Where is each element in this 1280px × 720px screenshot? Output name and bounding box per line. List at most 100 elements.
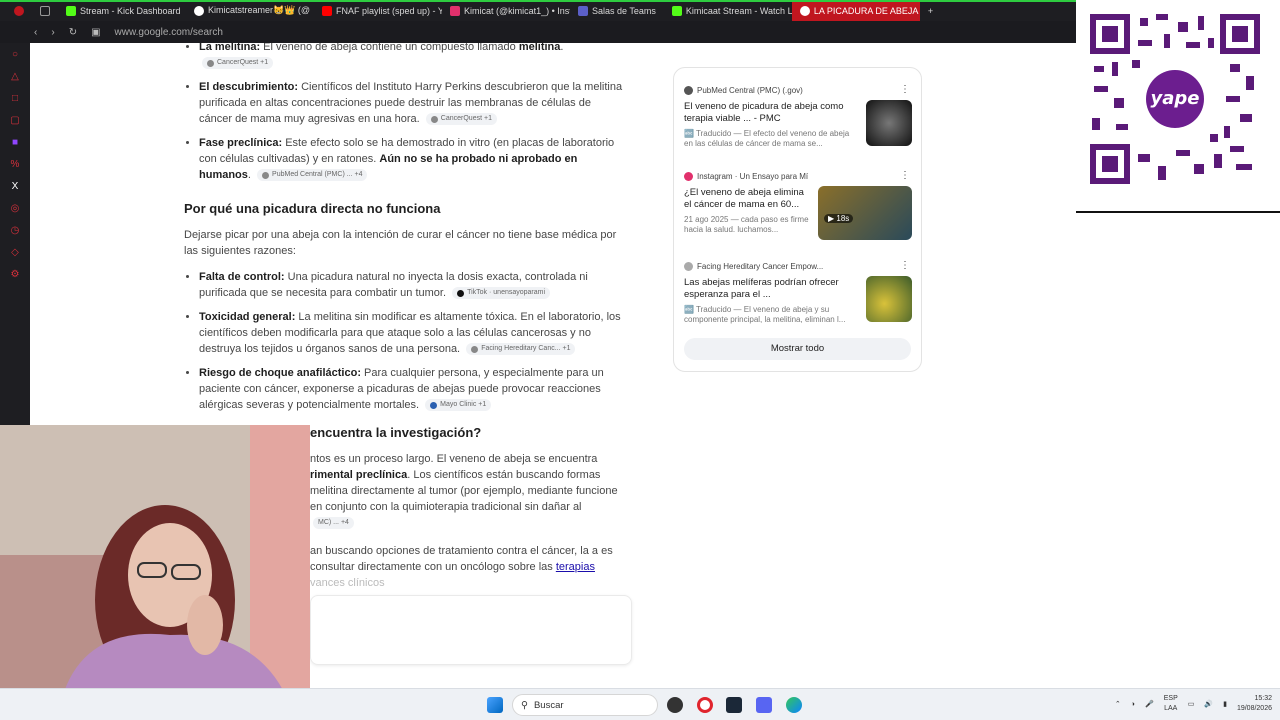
x-icon[interactable]: X — [9, 181, 21, 193]
new-tab-button[interactable]: + — [920, 0, 941, 21]
text-fragment: melitina directamente al tumor (por ejem… — [310, 485, 573, 497]
windows-taskbar: ⚲ Buscar ⌃ ◑ 🎤 ESP LAA ▭ 🔊 ▮ 15:32 19/08/2… — [0, 688, 1280, 720]
clock-time: 15:32 — [1254, 695, 1272, 702]
video-thumbnail[interactable]: ▶ 18s — [818, 186, 912, 240]
tab-google-search-active[interactable]: LA PICADURA DE ABEJA TI — [791, 0, 920, 21]
whatsapp-icon[interactable]: ▢ — [9, 115, 21, 127]
source-chip[interactable]: Facing Hereditary Canc... +1 — [466, 343, 576, 356]
item-heading: La melitina: — [199, 43, 261, 53]
display-icon[interactable]: ▭ — [1188, 700, 1195, 708]
tiktok-icon[interactable]: % — [9, 159, 21, 171]
source-chip[interactable]: MC) ... +4 — [313, 517, 354, 530]
tiktok-icon — [194, 5, 204, 16]
mayo-clinic-icon — [430, 401, 438, 409]
tab-label: Salas de Teams — [592, 5, 656, 16]
snippet-text: Traducido — El efecto del veneno de abej… — [684, 129, 850, 148]
tab-label: Stream - Kick Dashboard — [80, 5, 181, 16]
item-heading: Falta de control: — [199, 271, 285, 283]
source-chip[interactable]: Mayo Clinic +1 — [425, 399, 492, 412]
taskbar-search[interactable]: ⚲ Buscar — [512, 694, 658, 716]
lang-code: ESP — [1163, 695, 1178, 702]
yape-logo: yape — [1146, 70, 1204, 128]
tab-label: Kimicat (@kimicat1_) • Insta — [464, 5, 570, 16]
instagram-icon — [450, 5, 460, 16]
source-chip[interactable]: PubMed Central (PMC) ... +4 — [257, 169, 368, 182]
messenger-icon[interactable]: □ — [9, 93, 21, 105]
microphone-icon[interactable]: 🎤 — [1145, 700, 1154, 708]
settings-icon[interactable]: ⚙ — [9, 269, 21, 281]
tab-label: Kimicatstreamer😸👑 (@ — [208, 5, 311, 15]
more-options-icon[interactable]: ⋮ — [900, 170, 910, 181]
battery-icon[interactable]: ▮ — [1223, 700, 1227, 708]
tab-teams[interactable]: Salas de Teams — [570, 0, 664, 21]
tab-strip-icon — [40, 5, 50, 16]
tab-tiktok[interactable]: Kimicatstreamer😸👑 (@ — [186, 0, 314, 21]
search-icon: ⚲ — [521, 699, 528, 711]
edge-icon[interactable] — [786, 697, 802, 713]
source-chip[interactable]: CancerQuest +1 — [425, 113, 497, 126]
instagram-icon — [684, 171, 693, 181]
ai-icon[interactable]: ○ — [9, 49, 21, 61]
source-title[interactable]: El veneno de picadura de abeja como tera… — [684, 101, 854, 125]
source-icon — [430, 115, 438, 123]
item-emphasis: melitina — [518, 43, 561, 53]
source-chip[interactable]: TikTok · unensayoparami — [452, 287, 551, 300]
url-field[interactable]: www.google.com/search — [115, 27, 223, 38]
discord-icon[interactable] — [756, 697, 772, 713]
twitch-icon[interactable]: ■ — [9, 137, 21, 149]
source-title[interactable]: Las abejas melíferas podrían ofrecer esp… — [684, 277, 854, 301]
source-card[interactable]: Facing Hereditary Cancer Empow... ⋮ Las … — [684, 260, 912, 325]
tab-kick-dashboard[interactable]: Stream - Kick Dashboard — [58, 0, 186, 21]
source-snippet: 🔤 Traducido — El veneno de abeja y su co… — [684, 305, 846, 324]
tiktok-icon — [457, 289, 465, 297]
tab-instagram[interactable]: Kimicat (@kimicat1_) • Insta — [442, 0, 570, 21]
tab-label: Kimicaat Stream - Watch L — [685, 5, 792, 16]
video-duration: ▶ 18s — [824, 214, 854, 223]
app-icon[interactable] — [667, 697, 683, 713]
more-options-icon[interactable]: ⋮ — [900, 84, 910, 95]
source-card[interactable]: Instagram · Un Ensayo para Mí ⋮ ¿El vene… — [684, 170, 912, 240]
source-name: PubMed Central (PMC) (.gov) — [697, 85, 803, 95]
therapies-link[interactable]: terapias — [556, 561, 595, 573]
tab-kick-stream[interactable]: Kimicaat Stream - Watch L — [664, 0, 792, 21]
start-icon[interactable] — [487, 697, 503, 713]
source-chip[interactable]: CancerQuest +1 — [202, 57, 274, 70]
follow-up-box[interactable] — [310, 595, 632, 665]
extensions-icon[interactable]: ◇ — [9, 247, 21, 259]
back-icon[interactable]: ‹ — [34, 27, 37, 38]
clock[interactable]: 15:32 19/08/2026 — [1237, 694, 1272, 714]
forward-icon[interactable]: › — [51, 27, 54, 38]
sources-panel: PubMed Central (PMC) (.gov) ⋮ El veneno … — [673, 67, 922, 372]
yape-brand-text: yape — [1150, 88, 1200, 109]
more-options-icon[interactable]: ⋮ — [900, 260, 910, 271]
history-icon[interactable]: ◷ — [9, 225, 21, 237]
item-heading: Toxicidad general: — [199, 311, 296, 323]
clock-date: 19/08/2026 — [1236, 705, 1272, 712]
volume-icon[interactable]: 🔊 — [1204, 700, 1213, 708]
yape-qr-overlay: yape — [1076, 0, 1280, 213]
section-heading: encuentra la investigación? — [310, 425, 482, 440]
plus-icon: + — [927, 5, 934, 16]
reload-icon[interactable]: ↻ — [69, 27, 77, 38]
lang-region: LAA — [1164, 705, 1178, 712]
opera-icon[interactable] — [697, 697, 713, 713]
desktop-screen: Stream - Kick Dashboard Kimicatstreamer😸… — [0, 0, 1280, 720]
tab-youtube[interactable]: FNAF playlist (sped up) - Y — [314, 0, 442, 21]
language-indicator[interactable]: ESP LAA — [1164, 694, 1178, 714]
source-icon — [207, 59, 214, 67]
source-title[interactable]: ¿El veneno de abeja elimina el cáncer de… — [684, 187, 809, 211]
network-icon[interactable]: ◑ — [1131, 701, 1135, 708]
player-icon[interactable]: ◎ — [9, 203, 21, 215]
section-heading: Por qué una picadura directa no funciona — [184, 201, 441, 216]
site-info-icon[interactable]: ▣ — [91, 27, 100, 38]
source-card[interactable]: PubMed Central (PMC) (.gov) ⋮ El veneno … — [684, 84, 912, 149]
bookmark-icon[interactable]: △ — [9, 71, 21, 83]
chevron-up-icon[interactable]: ⌃ — [1115, 700, 1121, 708]
source-icon — [471, 345, 479, 353]
browser-menu-tab[interactable] — [6, 0, 32, 21]
show-all-button[interactable]: Mostrar todo — [684, 338, 911, 360]
steam-icon[interactable] — [726, 697, 742, 713]
text-emphasis: rimental preclínica — [310, 469, 408, 481]
search-placeholder: Buscar — [533, 699, 564, 711]
workspace-tab[interactable] — [32, 0, 58, 21]
